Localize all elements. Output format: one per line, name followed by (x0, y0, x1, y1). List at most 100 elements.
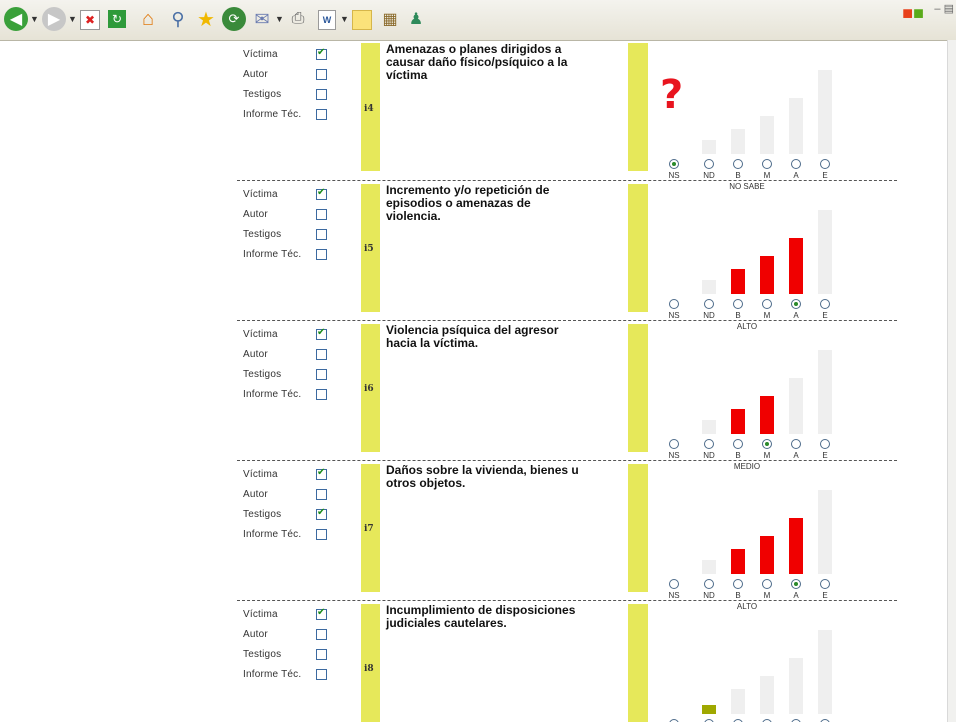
source-checkbox[interactable] (316, 467, 327, 480)
level-bar-B (731, 549, 745, 574)
source-checkbox[interactable] (316, 109, 327, 120)
source-label: Informe Téc. (243, 249, 302, 260)
level-radio-A[interactable] (791, 159, 801, 169)
source-checkbox[interactable] (316, 649, 327, 660)
level-radio-M[interactable] (762, 299, 772, 309)
level-radio-B[interactable] (733, 439, 743, 449)
level-radio-ND[interactable] (704, 579, 714, 589)
edit-word-icon[interactable]: W (318, 10, 336, 30)
level-radio-M[interactable] (762, 579, 772, 589)
source-checkbox[interactable] (316, 89, 327, 100)
level-radio-E[interactable] (820, 159, 830, 169)
research-icon[interactable]: ▦ (378, 7, 402, 31)
level-radio-label: A (793, 171, 799, 180)
notes-icon[interactable] (352, 10, 372, 30)
level-bar (628, 184, 648, 312)
level-radio-E[interactable] (820, 439, 830, 449)
source-checkbox[interactable] (316, 187, 327, 200)
level-bar-A (789, 378, 803, 434)
source-checkbox[interactable] (316, 229, 327, 240)
level-radio-NS[interactable] (669, 299, 679, 309)
refresh-icon[interactable]: ↻ (108, 10, 126, 28)
edit-dropdown-icon[interactable]: ▼ (340, 14, 349, 24)
level-bar-E (818, 490, 832, 574)
level-bar-ND (702, 420, 716, 434)
source-checkbox[interactable] (316, 47, 327, 60)
forward-icon[interactable]: ▶ (42, 7, 66, 31)
source-checkbox[interactable] (316, 529, 327, 540)
indicator-section-i8: Víctima Autor Testigos Informe Téc. i8 Incump… (0, 600, 948, 722)
level-radio-ND[interactable] (704, 159, 714, 169)
source-label: Víctima (243, 49, 278, 60)
indicator-id: i5 (364, 244, 374, 254)
source-checkbox[interactable] (316, 369, 327, 380)
indicator-id: i4 (364, 104, 374, 114)
source-checkbox[interactable] (316, 327, 327, 340)
source-checkbox[interactable] (316, 389, 327, 400)
level-radio-A[interactable] (791, 579, 801, 589)
source-label: Testigos (243, 509, 282, 520)
source-checkbox[interactable] (316, 629, 327, 640)
level-radio-label: E (822, 311, 828, 320)
home-icon[interactable]: ⌂ (136, 7, 160, 31)
back-dropdown-icon[interactable]: ▼ (30, 14, 39, 24)
level-radio-B[interactable] (733, 579, 743, 589)
level-radio-label: B (735, 451, 741, 460)
level-radio-label: NS (668, 311, 680, 320)
level-bar-M (760, 256, 774, 294)
source-checkbox[interactable] (316, 209, 327, 220)
vertical-scrollbar[interactable] (947, 40, 956, 722)
level-bar-E (818, 70, 832, 154)
mail-dropdown-icon[interactable]: ▼ (275, 14, 284, 24)
level-bar-M (760, 676, 774, 714)
level-radio-B[interactable] (733, 299, 743, 309)
level-bar-ND (702, 280, 716, 294)
level-bar (628, 464, 648, 592)
stop-icon[interactable]: ✖ (80, 10, 100, 30)
level-radio-ND[interactable] (704, 299, 714, 309)
search-icon[interactable]: ⚲ (166, 7, 190, 31)
source-checkbox[interactable] (316, 349, 327, 360)
source-checkbox[interactable] (316, 607, 327, 620)
level-radio-B[interactable] (733, 159, 743, 169)
indicator-id: i8 (364, 664, 374, 674)
level-radio-label: ND (703, 451, 715, 460)
level-radio-NS[interactable] (669, 159, 679, 169)
level-bar-A (789, 658, 803, 714)
level-radio-label: B (735, 591, 741, 600)
back-icon[interactable]: ◀ (4, 7, 28, 31)
level-radio-E[interactable] (820, 579, 830, 589)
level-radio-NS[interactable] (669, 439, 679, 449)
source-checkbox[interactable] (316, 489, 327, 500)
indicator-id: i6 (364, 384, 374, 394)
window-controls[interactable]: – ▤ (934, 2, 954, 15)
level-radio-A[interactable] (791, 299, 801, 309)
level-radio-E[interactable] (820, 299, 830, 309)
forward-dropdown-icon[interactable]: ▼ (68, 14, 77, 24)
section-separator (237, 460, 897, 461)
level-radio-A[interactable] (791, 439, 801, 449)
level-radio-ND[interactable] (704, 439, 714, 449)
print-icon[interactable]: ⎙ (286, 7, 310, 31)
favorites-icon[interactable]: ★ (194, 7, 218, 31)
level-radio-M[interactable] (762, 159, 772, 169)
messenger-icon[interactable]: ♟ (404, 7, 428, 31)
source-label: Autor (243, 209, 268, 220)
history-icon[interactable]: ⟳ (222, 7, 246, 31)
level-radio-label: NS (668, 451, 680, 460)
browser-toolbar: ◀ ▼ ▶ ▼ ✖ ↻ ⌂ ⚲ ★ ⟳ ✉ ▼ ⎙ W ▼ ▦ ♟ ■■ – ▤ (0, 0, 956, 41)
level-radio-label: E (822, 591, 828, 600)
source-label: Autor (243, 629, 268, 640)
mail-icon[interactable]: ✉ (250, 7, 274, 31)
source-checkbox[interactable] (316, 507, 327, 520)
factor-description: Violencia psíquica del agresor hacia la … (386, 323, 559, 350)
source-checkbox[interactable] (316, 669, 327, 680)
level-bar-B (731, 409, 745, 434)
indicator-section-i5: Víctima Autor Testigos Informe Téc. i5 Increm… (0, 180, 948, 331)
source-checkbox[interactable] (316, 249, 327, 260)
level-radio-M[interactable] (762, 439, 772, 449)
level-bar-E (818, 210, 832, 294)
level-radio-NS[interactable] (669, 579, 679, 589)
source-checkbox[interactable] (316, 69, 327, 80)
section-separator (237, 320, 897, 321)
